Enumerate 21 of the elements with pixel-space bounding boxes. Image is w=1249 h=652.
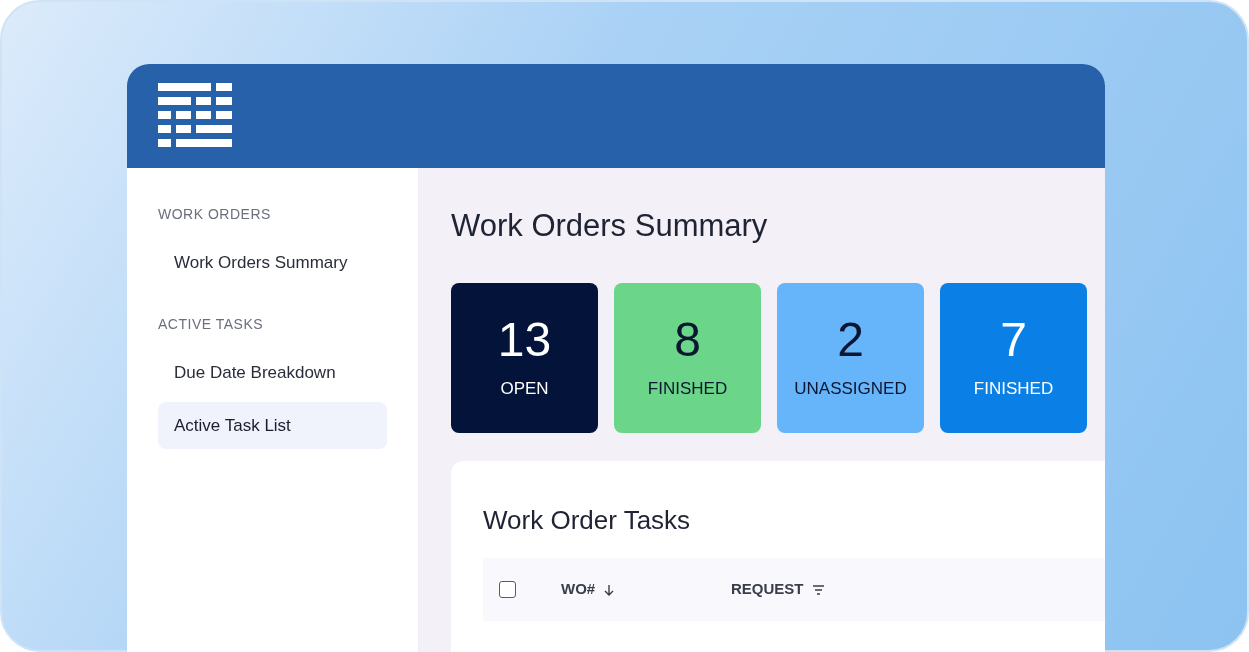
stat-label: FINISHED [647,378,728,401]
page-title: Work Orders Summary [451,207,769,245]
section-heading: ACTIVE TASKS [158,315,265,334]
logo-icon [158,83,232,149]
checkbox[interactable] [499,581,516,598]
filter-icon[interactable] [811,584,825,595]
sidebar-item[interactable]: Active Task List [158,402,387,449]
sort-arrow-icon[interactable] [603,583,616,596]
sidebar-item[interactable]: Due Date Breakdown [158,349,387,396]
section-heading: WORK ORDERS [158,205,272,224]
sidebar-item[interactable]: Work Orders Summary [158,239,387,286]
column-header[interactable]: WO# [561,578,596,601]
stat-value: 13 [497,314,552,367]
stat-label: FINISHED [973,378,1054,401]
stat-value: 8 [674,314,701,367]
column-header[interactable]: REQUEST [731,578,804,601]
stat-value: 2 [837,314,864,367]
table-title: Work Order Tasks [483,504,692,537]
stat-value: 7 [1000,314,1027,367]
stat-label: OPEN [500,378,549,401]
stat-label: UNASSIGNED [794,378,907,401]
